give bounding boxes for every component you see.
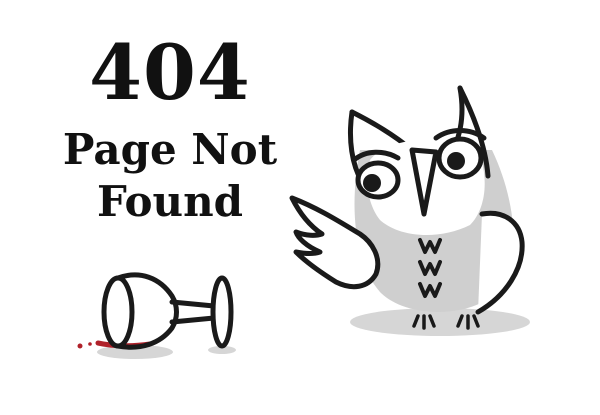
error-page: 404 Page Not Found: [0, 0, 600, 415]
tipped-wine-glass-icon: [77, 272, 236, 359]
owl-mascot-icon: [289, 85, 530, 336]
illustration: [77, 85, 530, 359]
